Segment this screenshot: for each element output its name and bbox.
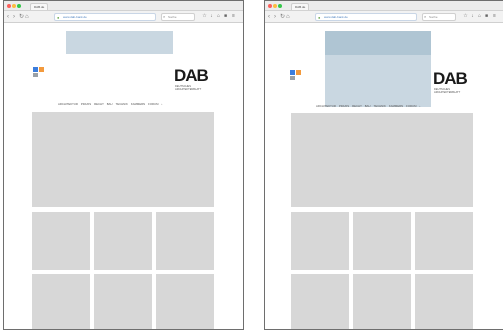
hero-teaser-placeholder[interactable] [32,112,214,207]
nav-item[interactable]: FORUM [406,103,416,109]
nav-more-icon[interactable]: › [419,103,420,109]
nav-item[interactable]: PRAXIS [81,101,91,107]
teaser-tile[interactable] [415,274,473,329]
nav-item[interactable]: KAMMERN [389,103,403,109]
back-arrow-icon[interactable]: ‹ [268,13,270,21]
home-toolbar-icon[interactable]: ⌂ [477,13,482,19]
nav-item[interactable]: ARCHITEKTUR [58,101,78,107]
search-input[interactable]: ⌕ Suche [161,13,195,21]
title-bar: DAB.de [4,1,243,11]
extension-icon[interactable]: ■ [223,13,228,19]
logo-square-grey [33,73,38,77]
search-placeholder: Suche [168,15,177,19]
close-window-button[interactable] [268,4,272,8]
forward-arrow-icon[interactable]: › [274,13,276,21]
nav-item[interactable]: PRAXIS [339,103,349,109]
teaser-tile[interactable] [353,274,411,329]
site-logo[interactable]: DAB [433,70,468,87]
minimize-window-button[interactable] [273,4,277,8]
site-logo[interactable]: DAB [174,67,209,84]
teaser-tile[interactable] [291,274,349,329]
url-text: www.dab-bank.de [324,15,348,19]
hero-teaser-placeholder[interactable] [291,113,473,207]
teaser-tile[interactable] [353,212,411,270]
nav-item[interactable]: RECHT [352,103,362,109]
nav-more-icon[interactable]: › [161,101,162,107]
browser-window-right: DAB.de ‹ › ↻ ⌂ ● www.dab-bank.de ⌕ Suche… [264,0,503,330]
lock-icon: ● [318,15,321,20]
browser-toolbar: ‹ › ↻ ⌂ ● www.dab-bank.de ⌕ Suche ☆ ↓ ⌂ … [4,11,243,23]
ad-billboard-placeholder[interactable] [325,31,431,107]
nav-item[interactable]: BAU [107,101,113,107]
page-viewport: DAB DEUTSCHES ARCHITEKTENBLATT ARCHITEKT… [4,24,243,329]
browser-tab[interactable]: DAB.de [30,3,49,10]
teaser-tile[interactable] [291,212,349,270]
url-bar[interactable]: ● www.dab-bank.de [54,13,156,21]
home-toolbar-icon[interactable]: ⌂ [216,13,221,19]
minimize-window-button[interactable] [12,4,16,8]
nav-item[interactable]: RECHT [94,101,104,107]
bookmark-icon[interactable]: ☆ [463,13,468,19]
ad-leaderboard-placeholder[interactable] [66,31,173,54]
zoom-window-button[interactable] [17,4,21,8]
teaser-tile[interactable] [156,274,214,329]
teaser-tile[interactable] [32,212,90,270]
zoom-window-button[interactable] [278,4,282,8]
site-logo-subtitle: DEUTSCHES ARCHITEKTENBLATT [175,85,202,91]
search-placeholder: Suche [429,15,438,19]
home-icon[interactable]: ⌂ [286,13,290,21]
page-viewport: DAB DEUTSCHES ARCHITEKTENBLATT ARCHITEKT… [265,24,503,329]
home-icon[interactable]: ⌂ [25,13,29,21]
reload-icon[interactable]: ↻ [19,13,24,21]
ad-billboard-top-band [325,31,431,55]
browser-tab[interactable]: DAB.de [291,3,310,10]
nav-item[interactable]: KAMMERN [131,101,145,107]
url-text: www.dab-bank.de [63,15,87,19]
logo-square-orange [39,67,44,72]
close-window-button[interactable] [7,4,11,8]
site-mark-icon[interactable] [290,70,303,80]
nav-item[interactable]: TECHNIK [374,103,386,109]
search-icon: ⌕ [163,14,166,19]
title-bar: DAB.de [265,1,503,11]
extension-icon[interactable]: ■ [484,13,489,19]
site-mark-icon[interactable] [33,67,46,77]
main-navigation: ARCHITEKTUR PRAXIS RECHT BAU TECHNIK KAMMERN F… [58,101,165,107]
search-icon: ⌕ [424,14,427,19]
search-input[interactable]: ⌕ Suche [422,13,456,21]
bookmark-icon[interactable]: ☆ [202,13,207,19]
download-icon[interactable]: ↓ [470,13,475,19]
nav-item[interactable]: BAU [365,103,371,109]
teaser-tile[interactable] [156,212,214,270]
back-arrow-icon[interactable]: ‹ [7,13,9,21]
lock-icon: ● [57,15,60,20]
logo-square-blue [290,70,295,75]
nav-item[interactable]: TECHNIK [116,101,128,107]
hamburger-menu-icon[interactable]: ≡ [231,13,236,19]
teaser-tile[interactable] [415,212,473,270]
logo-square-orange [296,70,301,75]
main-navigation: ARCHITEKTUR PRAXIS RECHT BAU TECHNIK KAMMERN F… [316,103,423,109]
reload-icon[interactable]: ↻ [280,13,285,21]
site-logo-subtitle: DEUTSCHES ARCHITEKTENBLATT [434,88,461,94]
browser-window-left: DAB.de ‹ › ↻ ⌂ ● www.dab-bank.de ⌕ Suche… [3,0,244,330]
logo-square-blue [33,67,38,72]
nav-item[interactable]: FORUM [148,101,158,107]
teaser-tile[interactable] [94,212,152,270]
nav-item[interactable]: ARCHITEKTUR [316,103,336,109]
url-bar[interactable]: ● www.dab-bank.de [315,13,417,21]
logo-square-grey [290,76,295,80]
browser-toolbar: ‹ › ↻ ⌂ ● www.dab-bank.de ⌕ Suche ☆ ↓ ⌂ … [265,11,503,23]
teaser-tile[interactable] [32,274,90,329]
download-icon[interactable]: ↓ [209,13,214,19]
forward-arrow-icon[interactable]: › [13,13,15,21]
teaser-tile[interactable] [94,274,152,329]
hamburger-menu-icon[interactable]: ≡ [492,13,497,19]
